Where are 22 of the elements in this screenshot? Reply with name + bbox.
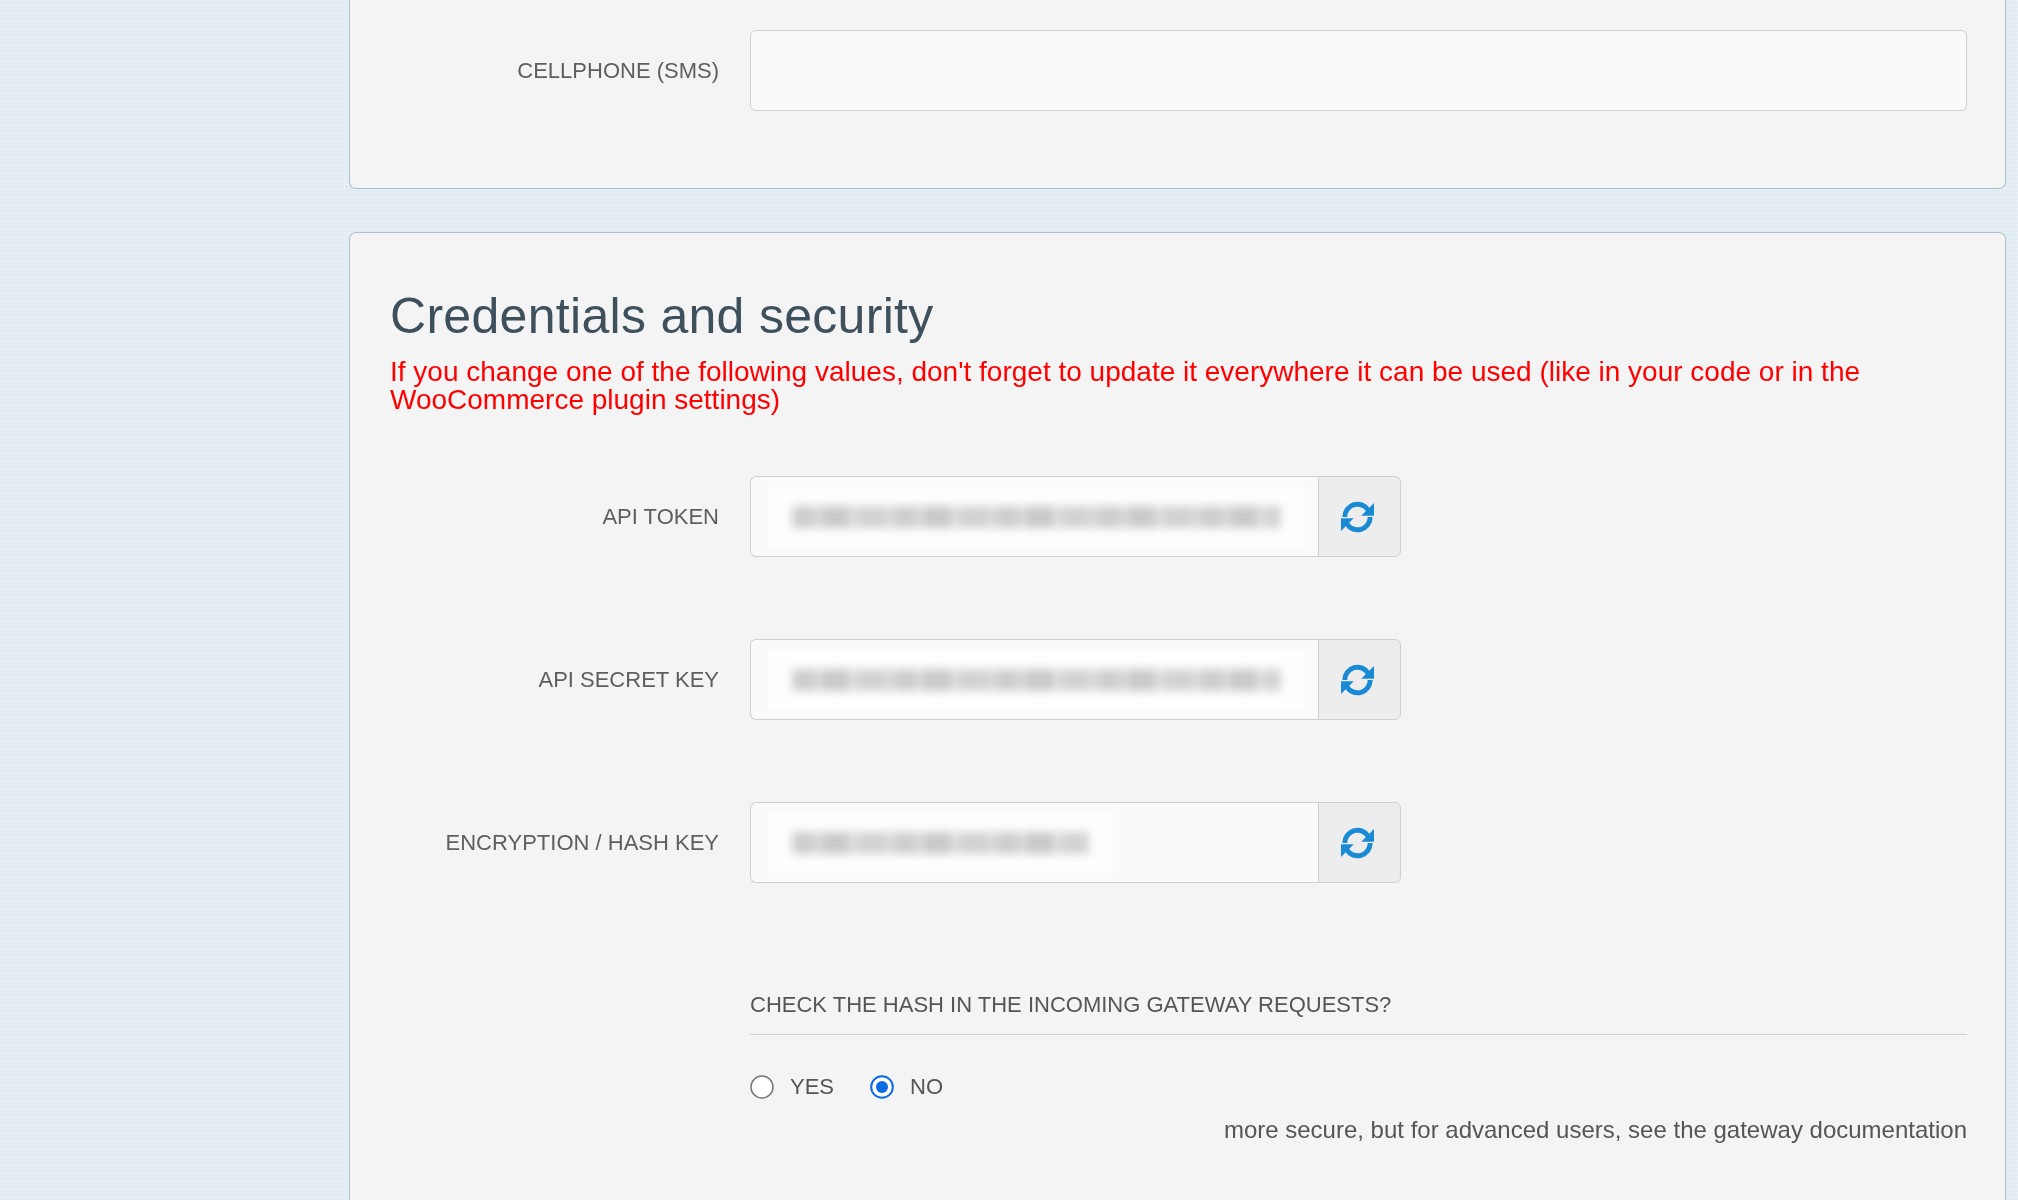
input-field[interactable] — [750, 802, 1318, 883]
regenerate-button[interactable] — [1318, 476, 1401, 557]
regenerate-button[interactable] — [1318, 802, 1401, 883]
field-label: API TOKEN — [602, 502, 719, 531]
input-field[interactable] — [750, 476, 1318, 557]
refresh-icon — [1341, 826, 1374, 859]
warning-text: If you change one of the following values, don't forget to update it everywhere it can be used (like in your code or in the WooCommerce plugin settings) — [390, 358, 1862, 414]
field-label: CELLPHONE (SMS) — [517, 56, 719, 85]
field-label: ENCRYPTION / HASH KEY — [445, 828, 719, 857]
refresh-icon — [1341, 500, 1374, 533]
radio-button[interactable] — [870, 1075, 895, 1099]
regenerate-button[interactable] — [1318, 639, 1401, 720]
refresh-icon — [1341, 663, 1374, 696]
option-label[interactable]: NO — [910, 1075, 944, 1099]
section-title: Credentials and security — [390, 287, 934, 346]
field-label: API SECRET KEY — [538, 665, 719, 694]
question-label: CHECK THE HASH IN THE INCOMING GATEWAY REQUESTS? — [750, 991, 1392, 1019]
help-text: more secure, but for advanced users, see the gateway documentation — [1223, 1116, 1967, 1143]
radio-button[interactable] — [750, 1075, 774, 1099]
option-label[interactable]: YES — [790, 1075, 835, 1099]
input-field[interactable] — [750, 639, 1318, 720]
input-field[interactable] — [750, 30, 1967, 111]
